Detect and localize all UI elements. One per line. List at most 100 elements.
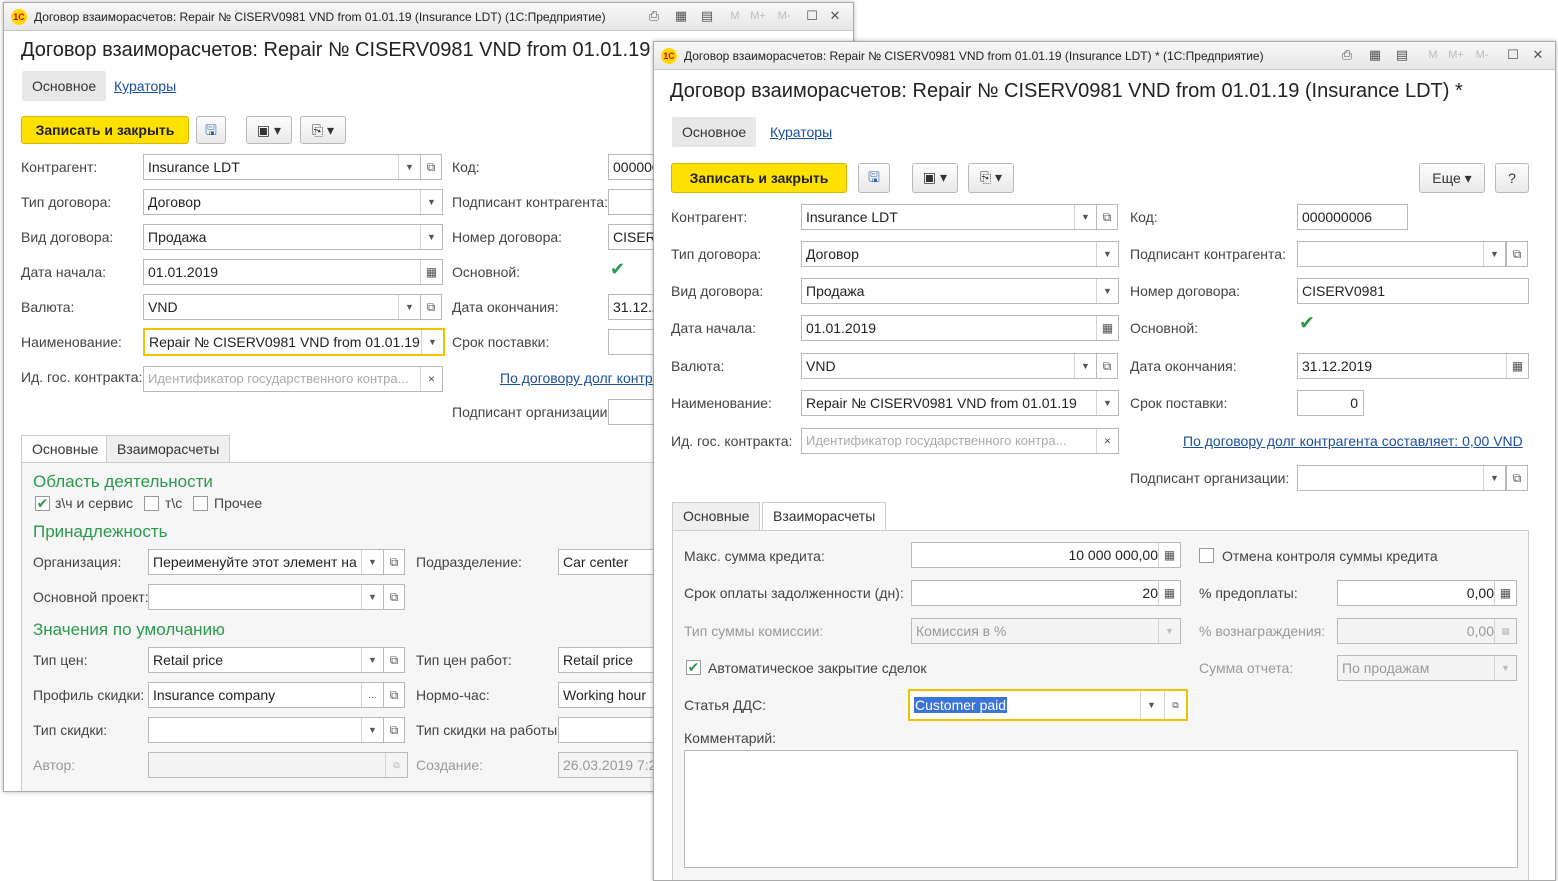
open-icon[interactable]: ⧉	[383, 584, 405, 610]
tab-main[interactable]: Основные	[672, 502, 761, 530]
save-close-button[interactable]: Записать и закрыть	[21, 116, 189, 144]
service-checkbox[interactable]: ✔	[35, 496, 50, 511]
vid-field[interactable]: Продажа ▼	[143, 224, 443, 250]
maximize-icon[interactable]: ☐	[803, 7, 821, 25]
print-icon[interactable]: ⎙	[1338, 46, 1356, 64]
osnovnoy-checkbox[interactable]: ✔	[610, 260, 625, 278]
calculator-icon[interactable]: ▦	[672, 7, 690, 25]
naim-field[interactable]: Repair № CISERV0981 VND from 01.01.19 ▼	[143, 328, 445, 356]
chevron-down-icon[interactable]: ▼	[1483, 466, 1505, 490]
chevron-down-icon[interactable]: ▼	[1074, 354, 1096, 378]
print-dropdown-button[interactable]: ⎘ ▾	[968, 163, 1014, 193]
memory-m-icon[interactable]: M	[1424, 46, 1442, 64]
open-icon[interactable]: ⧉	[1164, 691, 1186, 719]
chevron-down-icon[interactable]: ▼	[1096, 242, 1118, 266]
chevron-down-icon[interactable]: ▼	[1140, 691, 1162, 719]
dept-field[interactable]: Car center	[558, 549, 668, 575]
vid-field[interactable]: Продажа ▼	[801, 278, 1119, 304]
clear-icon[interactable]: ✕	[420, 367, 442, 391]
srok-field[interactable]: 0	[1297, 390, 1364, 416]
chevron-down-icon[interactable]: ▼	[1074, 205, 1096, 229]
calendar-icon[interactable]: ▤	[1393, 46, 1411, 64]
memory-mplus-icon[interactable]: M+	[1447, 46, 1465, 64]
nav-curators[interactable]: Кураторы	[104, 71, 186, 101]
calendar-icon[interactable]: ▦	[420, 260, 442, 284]
open-icon[interactable]: ⧉	[383, 717, 405, 743]
osnovnoy-checkbox[interactable]: ✔	[1299, 314, 1315, 333]
podp-o-field[interactable]: ▼	[1297, 465, 1506, 491]
open-icon[interactable]: ⧉	[383, 682, 405, 708]
credit-field[interactable]: 10 000 000,00 ▦	[911, 542, 1181, 568]
dds-field[interactable]: Customer paid ▼ ⧉	[908, 689, 1188, 721]
org-field[interactable]: Переименуйте этот элемент на ва ▼	[148, 549, 384, 575]
cancel-credit-checkbox[interactable]	[1199, 548, 1214, 563]
data-nach-field[interactable]: 01.01.2019 ▦	[143, 259, 443, 285]
clear-icon[interactable]: ✕	[1096, 429, 1118, 453]
calculator-icon[interactable]: ▦	[1158, 543, 1180, 567]
more-button[interactable]: Еще ▾	[1419, 163, 1485, 193]
open-icon[interactable]: ⧉	[1096, 353, 1118, 379]
term-field[interactable]: 20 ▦	[911, 580, 1181, 606]
close-icon[interactable]: ✕	[1529, 46, 1547, 64]
structure-dropdown-button[interactable]: ▣ ▾	[912, 163, 958, 193]
autoclose-checkbox[interactable]: ✔	[686, 660, 701, 675]
debt-link[interactable]: По договору долг контра	[500, 370, 660, 386]
print-dropdown-button[interactable]: ⎘ ▾	[300, 116, 346, 144]
help-button[interactable]: ?	[1495, 163, 1529, 193]
chevron-down-icon[interactable]: ▼	[1096, 391, 1118, 415]
nomer-field[interactable]: CISERV0981	[1297, 278, 1529, 304]
chevron-down-icon[interactable]: ▼	[420, 190, 442, 214]
data-nach-field[interactable]: 01.01.2019 ▦	[801, 315, 1119, 341]
open-icon[interactable]: ⧉	[1506, 465, 1528, 491]
open-icon[interactable]: ⧉	[1096, 204, 1118, 230]
more-icon[interactable]: …	[361, 683, 383, 707]
calculator-icon[interactable]: ▦	[1494, 581, 1516, 605]
open-icon[interactable]: ⧉	[383, 647, 405, 673]
disc-work-field[interactable]	[558, 717, 668, 743]
disc-type-field[interactable]: ▼	[148, 717, 384, 743]
calendar-icon[interactable]: ▦	[1506, 354, 1528, 378]
open-icon[interactable]: ⧉	[1506, 241, 1528, 267]
memory-mminus-icon[interactable]: M-	[775, 7, 793, 25]
data-ok-field[interactable]: 31.12.2019 ▦	[1297, 353, 1529, 379]
idgos-field[interactable]: Идентификатор государственного контра...…	[143, 366, 443, 392]
price-field[interactable]: Retail price ▼	[148, 647, 384, 673]
save-close-button[interactable]: Записать и закрыть	[671, 163, 847, 193]
calendar-icon[interactable]: ▤	[698, 7, 716, 25]
price-w-field[interactable]: Retail price	[558, 647, 668, 673]
memory-mminus-icon[interactable]: M-	[1473, 46, 1491, 64]
calendar-icon[interactable]: ▦	[1096, 316, 1118, 340]
chevron-down-icon[interactable]: ▼	[420, 225, 442, 249]
memory-mplus-icon[interactable]: M+	[749, 7, 767, 25]
prepay-field[interactable]: 0,00 ▦	[1337, 580, 1517, 606]
tip-field[interactable]: Договор ▼	[143, 189, 443, 215]
nav-main[interactable]: Основное	[22, 71, 107, 101]
chevron-down-icon[interactable]: ▼	[361, 718, 383, 742]
tc-checkbox[interactable]	[144, 496, 159, 511]
chevron-down-icon[interactable]: ▼	[361, 550, 383, 574]
print-icon[interactable]: ⎙	[645, 7, 663, 25]
save-icon[interactable]: 🖫	[196, 116, 226, 144]
chevron-down-icon[interactable]: ▼	[1483, 242, 1505, 266]
memory-m-icon[interactable]: M	[726, 7, 744, 25]
valuta-field[interactable]: VND ▼	[801, 353, 1097, 379]
nav-main[interactable]: Основное	[672, 117, 757, 147]
open-icon[interactable]: ⧉	[420, 154, 442, 180]
chevron-down-icon[interactable]: ▼	[1096, 279, 1118, 303]
norm-field[interactable]: Working hour	[558, 682, 668, 708]
structure-dropdown-button[interactable]: ▣ ▾	[246, 116, 292, 144]
nav-curators[interactable]: Кураторы	[760, 117, 842, 147]
other-checkbox[interactable]	[193, 496, 208, 511]
valuta-field[interactable]: VND ▼	[143, 294, 421, 320]
chevron-down-icon[interactable]: ▼	[421, 330, 443, 354]
kontragent-field[interactable]: Insurance LDT ▼	[801, 204, 1097, 230]
disc-prof-field[interactable]: Insurance company…	[148, 682, 384, 708]
save-icon[interactable]: 🖫	[858, 163, 890, 193]
tab-settlements[interactable]: Взаиморасчеты	[106, 435, 231, 463]
open-icon[interactable]: ⧉	[420, 294, 442, 320]
calculator-icon[interactable]: ▦	[1366, 46, 1384, 64]
close-icon[interactable]: ✕	[826, 7, 844, 25]
chevron-down-icon[interactable]: ▼	[361, 648, 383, 672]
chevron-down-icon[interactable]: ▼	[398, 295, 420, 319]
tip-field[interactable]: Договор ▼	[801, 241, 1119, 267]
